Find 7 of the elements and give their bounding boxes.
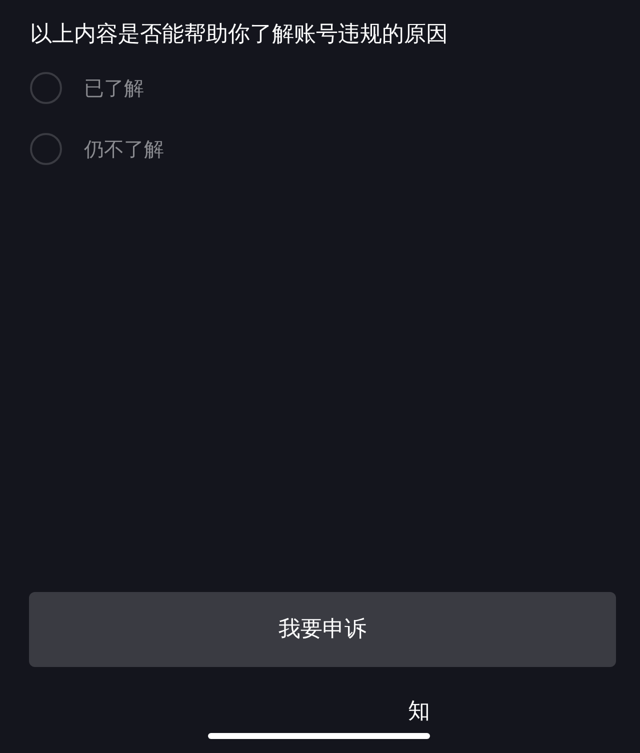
appeal-button[interactable]: 我要申诉 bbox=[29, 592, 616, 667]
option-label[interactable]: 已了解 bbox=[84, 73, 144, 103]
radio-button[interactable] bbox=[30, 72, 62, 104]
question-text: 以上内容是否能帮助你了解账号违规的原因 bbox=[30, 21, 448, 49]
dismiss-link[interactable]: 知 bbox=[408, 697, 430, 727]
radio-button[interactable] bbox=[30, 133, 62, 165]
option-label[interactable]: 仍不了解 bbox=[84, 134, 164, 164]
